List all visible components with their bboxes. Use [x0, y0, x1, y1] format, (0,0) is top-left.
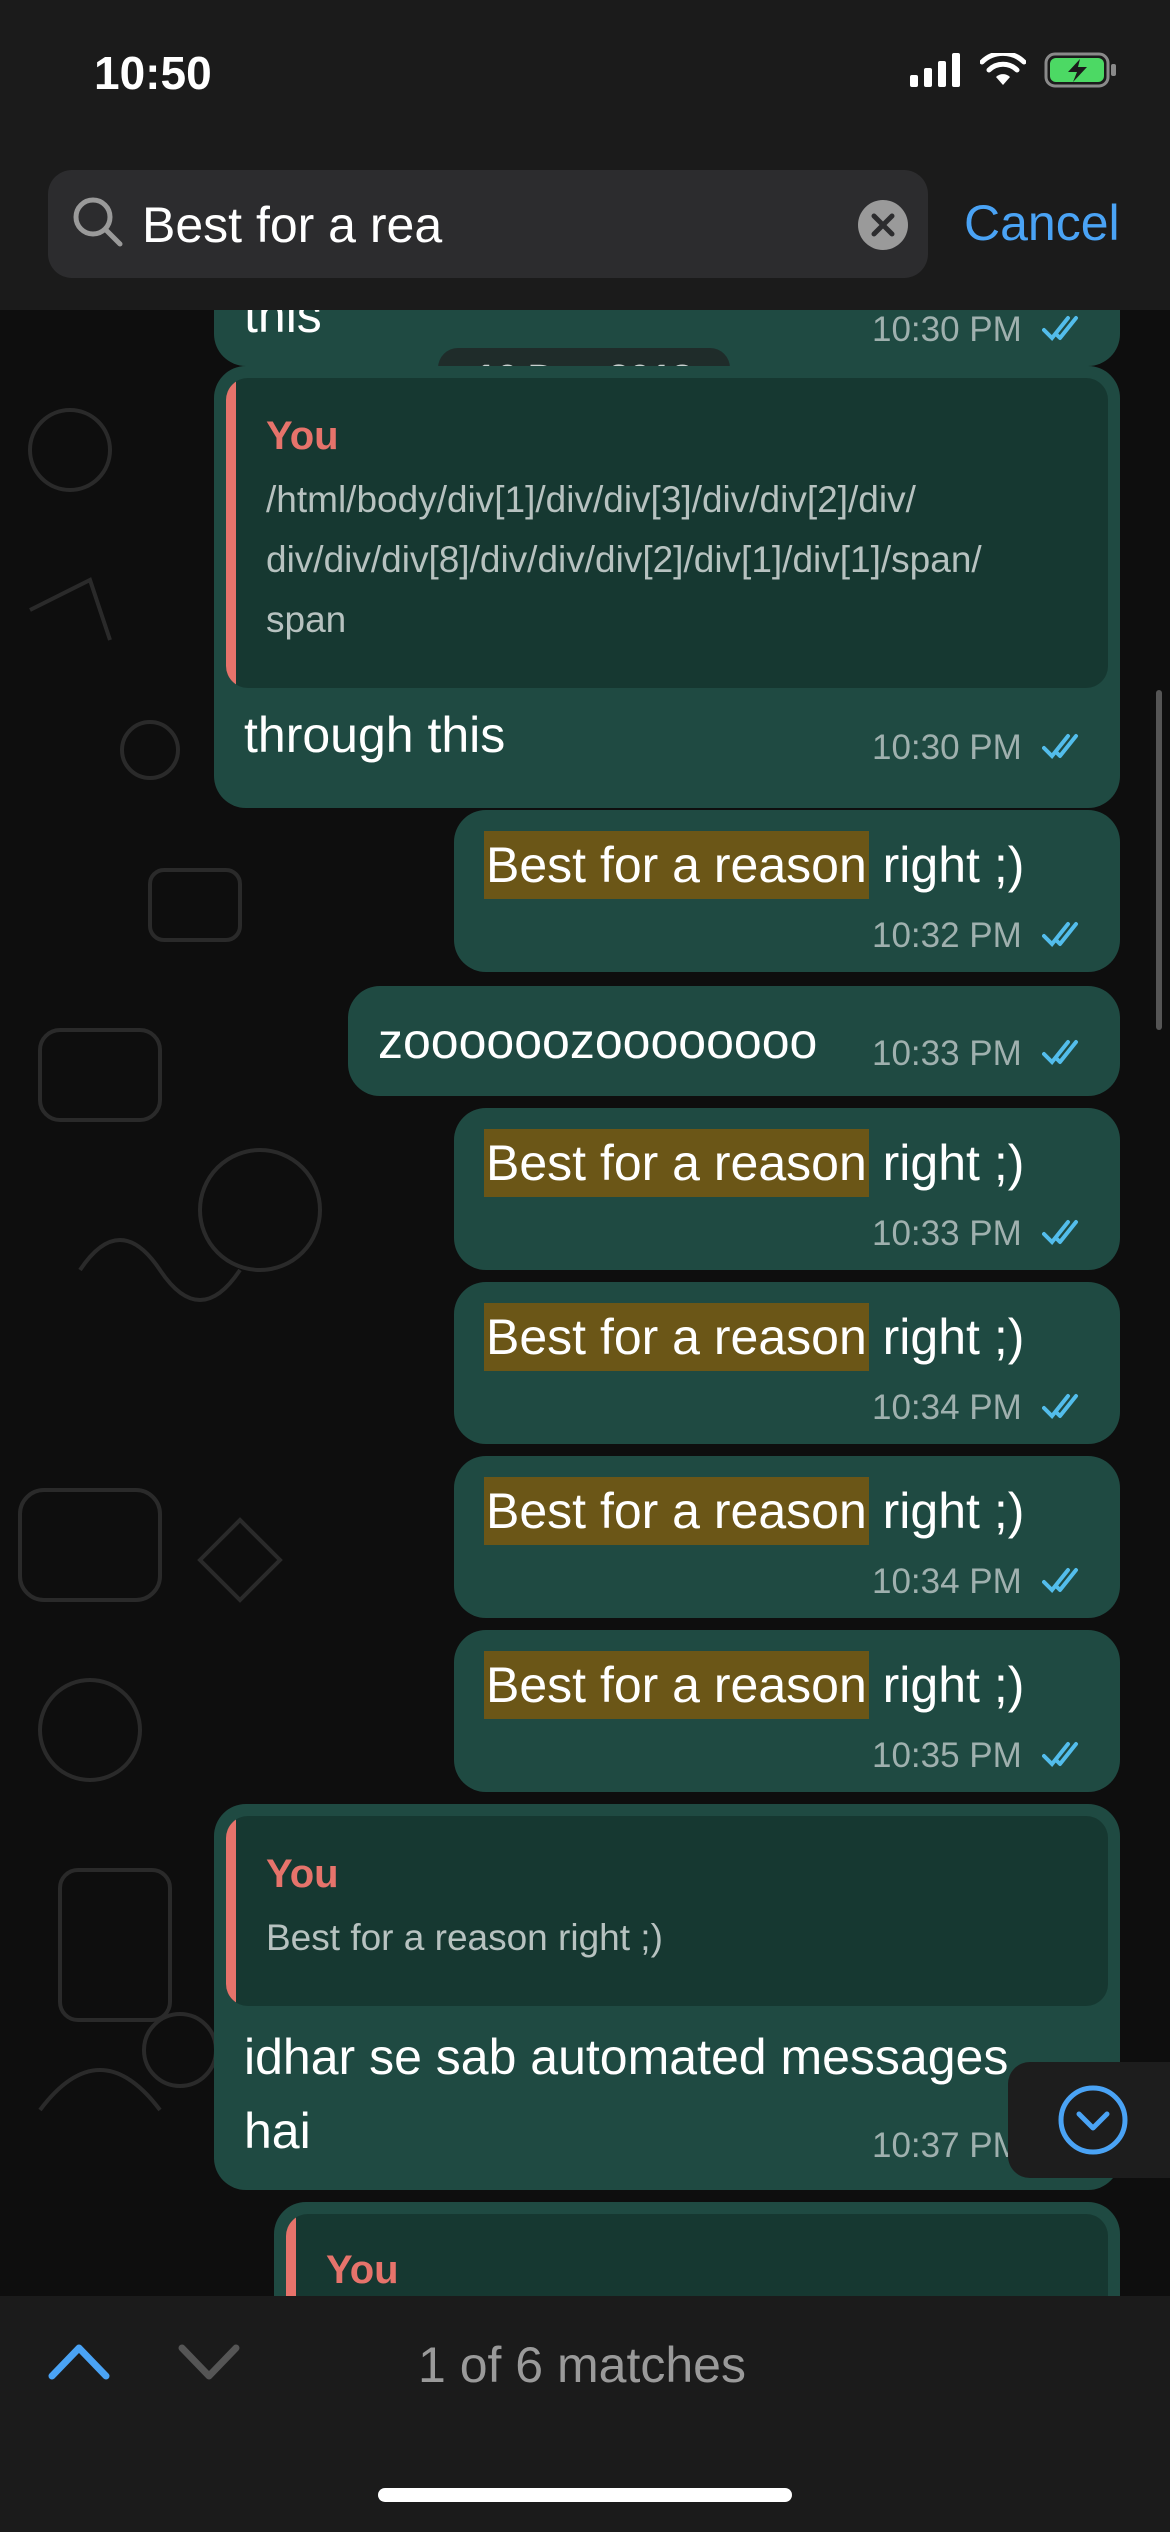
read-ticks-icon [1042, 1394, 1078, 1419]
next-match-icon[interactable] [176, 2336, 242, 2386]
search-query[interactable]: Best for a rea [142, 196, 442, 254]
message-time: 10:30 PM [872, 728, 1022, 767]
message-text: Best for a reason right ;) [484, 831, 1024, 899]
quote-author: You [326, 2248, 399, 2292]
message-bubble[interactable]: You [274, 2202, 1120, 2296]
quoted-message[interactable]: You [286, 2214, 1108, 2296]
message-bubble[interactable]: Best for a reason right ;) 10:33 PM [454, 1108, 1120, 1270]
scroll-to-bottom-button[interactable] [1008, 2062, 1170, 2178]
message-bubble[interactable]: Best for a reason right ;) 10:32 PM [454, 810, 1120, 972]
message-bubble[interactable]: zoooooozoooooooo 10:33 PM [348, 986, 1120, 1096]
message-time: 10:33 PM [872, 1034, 1022, 1073]
message-text: Best for a reason right ;) [484, 1651, 1024, 1719]
read-ticks-icon [1042, 1040, 1078, 1065]
message-bubble[interactable]: You Best for a reason right ;) idhar se … [214, 1804, 1120, 2190]
message-text: Best for a reason right ;) [484, 1129, 1024, 1197]
scrollbar[interactable] [1156, 690, 1162, 1030]
message-time: 10:33 PM [872, 1214, 1022, 1253]
message-bubble[interactable]: You /html/body/div[1]/div/div[3]/div/div… [214, 366, 1120, 808]
home-indicator [378, 2488, 792, 2502]
chat-area[interactable]: this 10:30 PM 16 Dec 2018 You /html/body… [0, 310, 1170, 2296]
read-ticks-icon [1042, 734, 1078, 759]
signal-icon [910, 53, 960, 87]
message-time: 10:32 PM [872, 916, 1022, 955]
search-highlight: Best for a reason [484, 1651, 869, 1719]
search-highlight: Best for a reason [484, 1477, 869, 1545]
message-text: Best for a reason right ;) [484, 1303, 1024, 1371]
battery-charging-icon [1044, 52, 1116, 88]
search-header: Best for a rea Cancel [0, 150, 1170, 312]
read-ticks-icon [1042, 1568, 1078, 1593]
search-icon [73, 197, 123, 247]
read-ticks-icon [1042, 922, 1078, 947]
search-highlight: Best for a reason [484, 1129, 869, 1197]
wifi-icon [980, 53, 1026, 85]
message-time: 10:34 PM [872, 1562, 1022, 1601]
status-bar: 10:50 [0, 0, 1170, 150]
quote-text: Best for a reason right ;) [266, 1917, 663, 1958]
status-time: 10:50 [94, 47, 212, 99]
search-highlight: Best for a reason [484, 1303, 869, 1371]
previous-match-icon[interactable] [46, 2336, 112, 2386]
quote-text: /html/body/div[1]/div/div[3]/div/div[2]/… [266, 479, 982, 640]
message-text: through this [244, 707, 506, 763]
message-bubble[interactable]: Best for a reason right ;) 10:34 PM [454, 1456, 1120, 1618]
message-time: 10:37 PM [872, 2126, 1022, 2165]
search-highlight: Best for a reason [484, 831, 869, 899]
message-bubble[interactable]: Best for a reason right ;) 10:34 PM [454, 1282, 1120, 1444]
message-text: Best for a reason right ;) [484, 1477, 1024, 1545]
message-bubble[interactable]: Best for a reason right ;) 10:35 PM [454, 1630, 1120, 1792]
quote-accent-bar [226, 1816, 236, 2006]
clear-search-icon[interactable] [858, 200, 908, 250]
quote-author: You [266, 414, 339, 458]
read-ticks-icon [1042, 1220, 1078, 1245]
cancel-button[interactable]: Cancel [964, 194, 1120, 252]
chevron-down-circle-icon [1058, 2085, 1128, 2155]
message-time: 10:35 PM [872, 1736, 1022, 1775]
message-text: idhar se sab automated messages [244, 2029, 1009, 2085]
quote-author: You [266, 1852, 339, 1896]
search-input[interactable]: Best for a rea [48, 170, 928, 278]
read-ticks-icon [1042, 316, 1078, 341]
quoted-message[interactable]: You /html/body/div[1]/div/div[3]/div/div… [226, 378, 1108, 688]
match-count: 1 of 6 matches [418, 2337, 746, 2393]
message-time: 10:30 PM [872, 310, 1022, 349]
quote-accent-bar [226, 378, 236, 688]
message-time: 10:34 PM [872, 1388, 1022, 1427]
message-text: zoooooozoooooooo [378, 1013, 818, 1069]
quote-accent-bar [286, 2214, 296, 2296]
quoted-message[interactable]: You Best for a reason right ;) [226, 1816, 1108, 2006]
message-text: hai [244, 2103, 311, 2159]
read-ticks-icon [1042, 1742, 1078, 1767]
message-text: this [244, 310, 322, 343]
